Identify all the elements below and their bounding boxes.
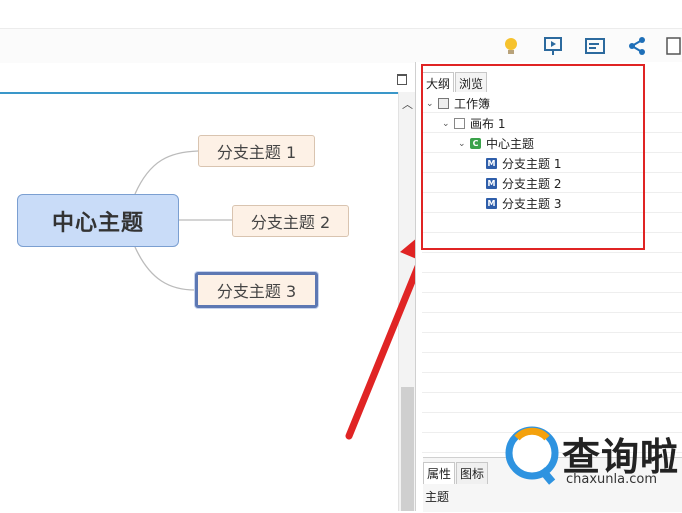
watermark-url: chaxunla.com [566, 472, 657, 487]
branch-topic-3-selected[interactable]: 分支主题 3 [195, 272, 318, 308]
highlight-box [421, 64, 645, 250]
share-icon[interactable] [626, 35, 648, 57]
scroll-thumb[interactable] [401, 387, 414, 511]
chevron-up-icon[interactable]: ︿ [402, 96, 413, 112]
panel-icon[interactable] [584, 35, 606, 57]
maximize-icon[interactable] [397, 74, 407, 85]
tree-row-empty [422, 393, 682, 413]
property-topic-label: 主题 [425, 490, 450, 504]
tree-row-empty [422, 373, 682, 393]
tree-row-empty [422, 313, 682, 333]
central-topic[interactable]: 中心主题 [17, 194, 179, 247]
export-icon[interactable] [664, 35, 682, 57]
tab-icons[interactable]: 图标 [456, 462, 489, 484]
canvas-scrollbar[interactable]: ︿ [398, 92, 416, 511]
toolbar [0, 28, 682, 63]
presentation-icon[interactable] [542, 35, 564, 57]
tab-properties[interactable]: 属性 [423, 462, 456, 484]
tree-row-empty [422, 353, 682, 373]
tree-row-empty [422, 333, 682, 353]
tree-row-empty [422, 253, 682, 273]
tree-row-empty [422, 293, 682, 313]
lightbulb-icon[interactable] [500, 35, 522, 57]
properties-tabs: 属性 图标 [423, 462, 489, 484]
branch-topic-2[interactable]: 分支主题 2 [232, 205, 349, 237]
branch-topic-1[interactable]: 分支主题 1 [198, 135, 315, 167]
tree-row-empty [422, 273, 682, 293]
